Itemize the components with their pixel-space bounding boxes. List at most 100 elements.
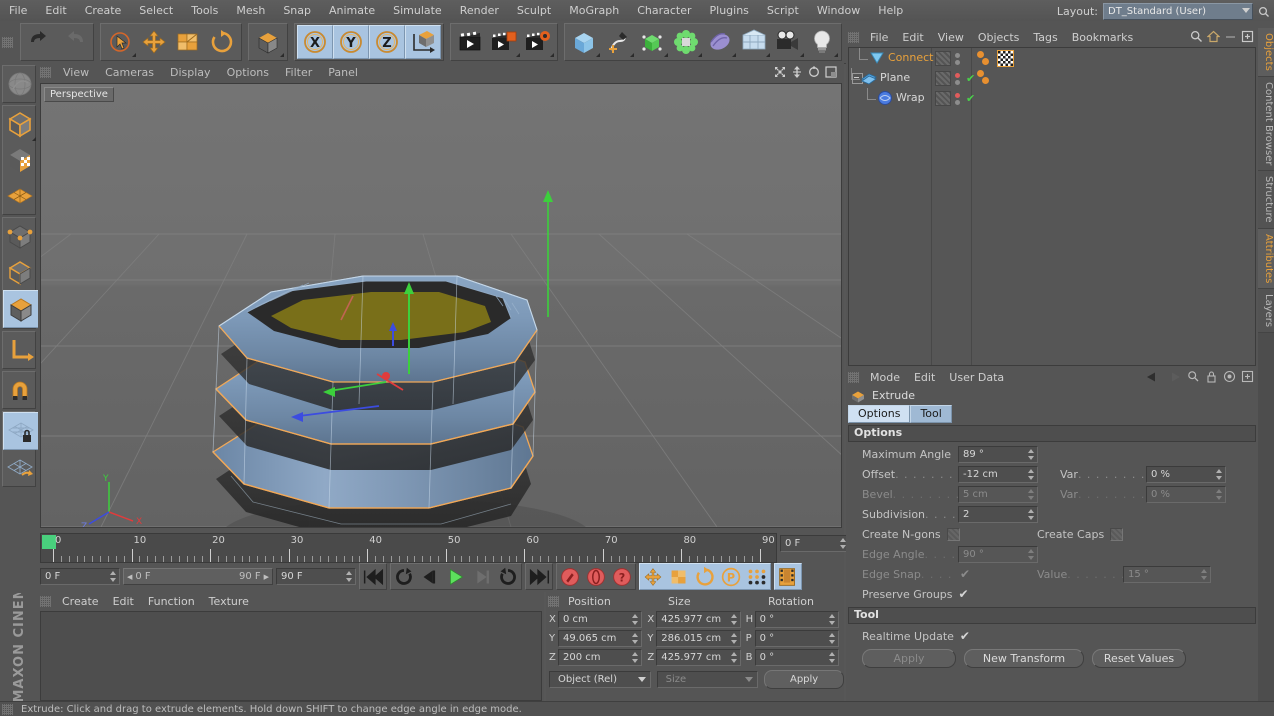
attributes-tab-options[interactable]: Options — [848, 405, 911, 423]
step-back-button[interactable] — [417, 565, 443, 588]
panel-grip[interactable] — [548, 595, 559, 607]
spinner-icon[interactable] — [828, 614, 836, 625]
object-tags[interactable] — [977, 70, 995, 86]
add-generator-button[interactable] — [635, 26, 669, 58]
add-deformer-button[interactable] — [703, 26, 737, 58]
attributes.menu-edit[interactable]: Edit — [907, 372, 942, 383]
timeline-button[interactable] — [775, 565, 801, 588]
menubar.items-mesh[interactable]: Mesh — [227, 5, 274, 16]
maximum-angle-field[interactable]: 89 ° — [958, 445, 1038, 463]
panel-grip[interactable] — [848, 371, 859, 383]
add-mograph-button[interactable] — [669, 26, 703, 58]
orange-dot-tag[interactable] — [977, 50, 984, 58]
add-spline-button[interactable] — [601, 26, 635, 58]
spinner-icon[interactable] — [632, 614, 639, 625]
position-y-field[interactable]: 49.065 cm — [557, 630, 643, 647]
menubar.items-script[interactable]: Script — [758, 5, 808, 16]
target-icon[interactable] — [1223, 370, 1236, 383]
spinner-icon[interactable] — [632, 633, 639, 644]
model-mode-button[interactable] — [3, 106, 37, 142]
panel-grip[interactable] — [40, 595, 51, 607]
enabled-check-icon[interactable]: ✔ — [966, 72, 975, 85]
rotation-b-field[interactable]: 0 ° — [754, 649, 839, 666]
new-transform-button[interactable]: New Transform — [964, 649, 1084, 668]
offset-variation-field[interactable]: 0 % — [1146, 465, 1226, 483]
orange-dot-tag[interactable] — [977, 70, 984, 77]
world-coordinates-button[interactable] — [405, 25, 441, 59]
menubar.items-simulate[interactable]: Simulate — [384, 5, 451, 16]
timeline-range-slider[interactable]: ◀ 0 F 90 F ▶ — [123, 568, 273, 585]
texture-mode-button[interactable] — [3, 142, 37, 178]
right-tab-objects[interactable]: Objects — [1258, 28, 1274, 77]
position-x-field[interactable]: 0 cm — [557, 611, 643, 628]
step-forward-button[interactable] — [469, 565, 495, 588]
add-camera-button[interactable] — [771, 26, 805, 58]
size-z-field[interactable]: 425.977 cm — [656, 649, 741, 666]
realtime-update-checkmark-icon[interactable]: ✔ — [960, 630, 970, 642]
rotation-h-field[interactable]: 0 ° — [754, 611, 839, 628]
spinner-icon[interactable] — [730, 614, 738, 625]
viewport.menu-panel[interactable]: Panel — [320, 67, 366, 78]
object_manager.menu-file[interactable]: File — [863, 32, 895, 43]
menubar.items-plugins[interactable]: Plugins — [701, 5, 758, 16]
go-to-end-button[interactable] — [526, 565, 552, 588]
spinner-icon[interactable] — [828, 652, 836, 663]
home-icon[interactable] — [1207, 30, 1220, 43]
panel-grip[interactable] — [2, 703, 13, 715]
visibility-dot-column[interactable] — [955, 92, 960, 105]
viewport.menu-view[interactable]: View — [55, 67, 97, 78]
viewport-3d[interactable]: Perspective Y X Z — [40, 83, 842, 528]
right-tab-attributes[interactable]: Attributes — [1258, 228, 1274, 290]
search-icon[interactable] — [1258, 6, 1270, 18]
material_manager.menu-texture[interactable]: Texture — [202, 596, 256, 607]
panel-grip[interactable] — [2, 36, 13, 48]
object-row[interactable]: Plane ✔ — [849, 68, 1255, 88]
back-arrow-icon[interactable] — [1145, 371, 1161, 383]
dropdown-corner-icon[interactable] — [766, 53, 770, 57]
dropdown-corner-icon[interactable] — [834, 53, 838, 57]
play-button[interactable] — [443, 565, 469, 588]
attributes-tab-tool[interactable]: Tool — [910, 405, 952, 423]
rotation-p-field[interactable]: 0 ° — [754, 630, 839, 647]
menubar.items-sculpt[interactable]: Sculpt — [508, 5, 560, 16]
object-row[interactable]: Connect — [849, 48, 1255, 68]
material_manager.menu-function[interactable]: Function — [141, 596, 202, 607]
visibility-dots[interactable]: ✔ — [935, 71, 975, 86]
orange-dot-tag[interactable] — [982, 77, 989, 84]
attributes.menu-mode[interactable]: Mode — [863, 372, 907, 383]
dropdown-corner-icon[interactable] — [32, 137, 36, 141]
play-reverse-loop-button[interactable] — [391, 565, 417, 588]
render-view-button[interactable] — [453, 26, 487, 58]
menubar.items-file[interactable]: File — [0, 5, 36, 16]
object-tags[interactable] — [977, 50, 1014, 67]
object_manager.menu-view[interactable]: View — [931, 32, 971, 43]
object_manager.menu-tags[interactable]: Tags — [1026, 32, 1064, 43]
material_manager.menu-create[interactable]: Create — [55, 596, 106, 607]
lock-z-button[interactable]: Z — [369, 25, 405, 59]
spinner-icon[interactable] — [346, 571, 353, 582]
preserve-groups-checkmark-icon[interactable]: ✔ — [959, 588, 969, 600]
size-y-field[interactable]: 286.015 cm — [656, 630, 741, 647]
current-frame-field[interactable]: 0 F — [780, 535, 850, 552]
viewport.menu-cameras[interactable]: Cameras — [97, 67, 162, 78]
menubar.items-animate[interactable]: Animate — [320, 5, 384, 16]
right-tab-content-browser[interactable]: Content Browser — [1258, 76, 1274, 172]
spinner-icon[interactable] — [632, 652, 639, 663]
minimize-icon[interactable] — [1224, 30, 1237, 43]
autokey-button[interactable] — [583, 565, 609, 588]
orange-dot-tag[interactable] — [982, 57, 989, 65]
spinner-icon[interactable] — [1028, 448, 1035, 460]
apply-coordinates-button[interactable]: Apply — [764, 670, 844, 689]
dropdown-corner-icon[interactable] — [698, 53, 702, 57]
dropdown-corner-icon[interactable] — [732, 53, 736, 57]
lock-icon[interactable] — [1205, 370, 1218, 383]
tag-dot-group[interactable] — [977, 50, 995, 67]
visibility-dot-top[interactable] — [955, 92, 960, 98]
live-selection-button[interactable] — [103, 26, 137, 58]
visibility-dot-top[interactable] — [955, 72, 960, 78]
menubar.items-render[interactable]: Render — [451, 5, 508, 16]
snap-magnet-button[interactable] — [3, 372, 37, 408]
dolly-icon[interactable] — [790, 65, 804, 79]
dropdown-corner-icon[interactable] — [516, 53, 520, 57]
maximize-icon[interactable] — [824, 65, 838, 79]
